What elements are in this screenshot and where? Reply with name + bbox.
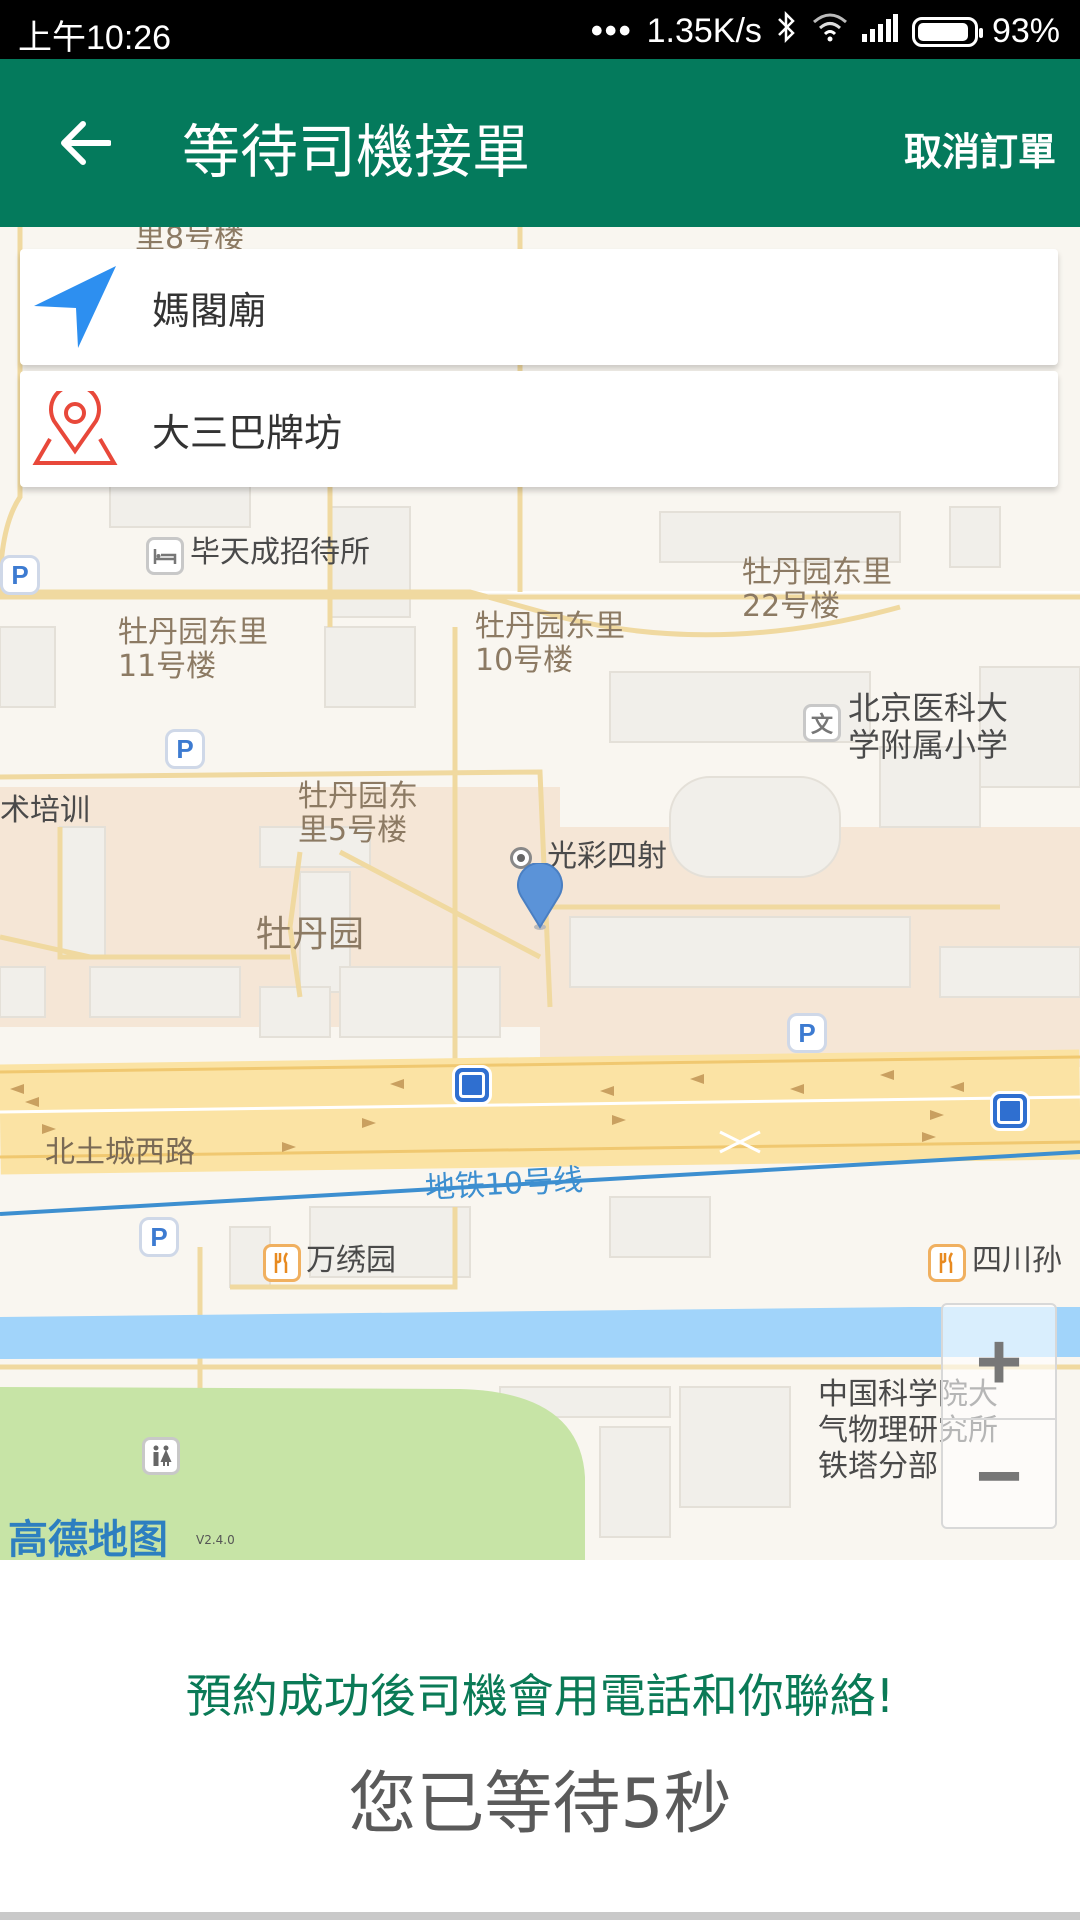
map-label: 里5号楼 xyxy=(298,813,408,848)
map-label: 牡丹园东里 xyxy=(475,609,625,644)
location-marker-icon xyxy=(516,861,564,937)
battery-fill xyxy=(917,22,969,41)
map-provider-logo: 高德地图 xyxy=(8,1517,168,1560)
restaurant-icon xyxy=(928,1244,966,1282)
zoom-out-button[interactable]: − xyxy=(943,1418,1055,1531)
app-bar: 等待司機接單 取消訂單 xyxy=(0,59,1080,227)
map-label: 牡丹园东里 xyxy=(118,615,268,650)
map-label: 10号楼 xyxy=(475,643,574,678)
map-label: 22号楼 xyxy=(742,589,841,624)
bluetooth-icon xyxy=(776,10,798,53)
map-label: 毕天成招待所 xyxy=(190,535,370,570)
map-version: V2.4.0 xyxy=(196,1533,235,1547)
navigation-arrow-icon xyxy=(20,249,130,365)
map-view[interactable]: 里8号楼 毕天成招待所 牡丹园东里 22号楼 牡丹园东里 11号楼 牡丹园东里 … xyxy=(0,227,1080,1560)
arrow-left-icon xyxy=(61,121,111,165)
parking-icon: P xyxy=(165,729,205,769)
wifi-icon xyxy=(812,12,848,51)
battery-percent: 93% xyxy=(991,12,1060,50)
map-label: 牡丹园东里 xyxy=(742,555,892,590)
zoom-in-button[interactable]: + xyxy=(943,1305,1055,1418)
parking-icon: P xyxy=(139,1217,179,1257)
location-pin-icon xyxy=(20,371,130,487)
panel-divider xyxy=(0,1912,1080,1920)
map-label: 北土城西路 xyxy=(45,1135,195,1170)
destination-field[interactable]: 大三巴牌坊 xyxy=(20,371,1058,487)
map-label: 光彩四射 xyxy=(547,839,667,874)
status-time: 上午10:26 xyxy=(18,19,172,57)
parking-icon: P xyxy=(787,1013,827,1053)
destination-text: 大三巴牌坊 xyxy=(152,410,343,455)
notice-text: 預約成功後司機會用電話和你聯絡! xyxy=(185,1669,895,1723)
map-label: 学附属小学 xyxy=(848,726,1009,764)
bus-stop-icon xyxy=(990,1091,1030,1131)
network-speed: 1.35K/s xyxy=(646,12,762,50)
bus-stop-icon xyxy=(452,1065,492,1105)
status-panel: 預約成功後司機會用電話和你聯絡! 您已等待5秒 xyxy=(0,1560,1080,1920)
battery-icon xyxy=(911,16,983,47)
restroom-icon xyxy=(142,1437,180,1475)
map-label: 北京医科大 xyxy=(848,689,1009,727)
zoom-controls: + − xyxy=(941,1303,1057,1529)
map-label: 11号楼 xyxy=(118,649,217,684)
status-icons: ••• 1.35K/s 93% xyxy=(591,10,1060,53)
map-label: 牡丹园东 xyxy=(298,779,418,814)
parking-icon: P xyxy=(0,555,40,595)
origin-text: 媽閣廟 xyxy=(152,288,267,333)
map-label: 牡丹园 xyxy=(256,914,365,955)
hotel-icon xyxy=(146,537,184,575)
map-label: 铁塔分部 xyxy=(818,1449,938,1484)
origin-field[interactable]: 媽閣廟 xyxy=(20,249,1058,365)
map-label: 术培训 xyxy=(0,793,90,828)
more-dots-icon: ••• xyxy=(590,12,633,50)
page-title: 等待司機接單 xyxy=(182,118,531,186)
map-label: 四川孙 xyxy=(972,1243,1062,1278)
cancel-order-button[interactable]: 取消訂單 xyxy=(904,121,1056,176)
map-label: 万绣园 xyxy=(306,1243,396,1278)
app-screen: 上午10:26 ••• 1.35K/s 93% 等待司機接單 取消訂單 里8号楼… xyxy=(0,0,1080,1920)
signal-icon xyxy=(861,12,898,51)
back-button[interactable] xyxy=(40,103,130,183)
status-bar: 上午10:26 ••• 1.35K/s 93% xyxy=(0,0,1080,59)
restaurant-icon xyxy=(263,1244,301,1282)
school-icon: 文 xyxy=(803,704,841,742)
wait-timer-text: 您已等待5秒 xyxy=(348,1765,732,1844)
